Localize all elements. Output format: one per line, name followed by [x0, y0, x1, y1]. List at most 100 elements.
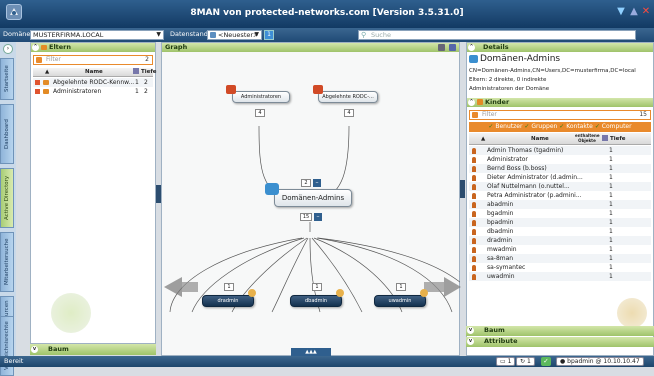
export-icon[interactable]: [449, 44, 456, 51]
sidebar: › Startseite Dashboard Active Directory …: [0, 42, 16, 376]
table-row[interactable]: Olaf Nuttelmann (o.nuttel... 1: [469, 182, 651, 191]
tab-active-directory[interactable]: Active Directory: [0, 168, 14, 228]
search-input[interactable]: ⚲ Suche: [358, 30, 636, 40]
right-splitter-handle[interactable]: [460, 180, 465, 198]
domain-value: MUSTERFIRMA.LOCAL: [33, 31, 104, 39]
chip-computer[interactable]: Computer: [602, 123, 632, 130]
details-tree-footer[interactable]: v Baum: [466, 326, 654, 336]
table-row[interactable]: Bernd Boss (b.boss) 1: [469, 164, 651, 173]
graph-node-dbadmin[interactable]: dbadmin: [290, 295, 342, 307]
close-icon[interactable]: ✕: [640, 6, 652, 18]
collapse-icon[interactable]: ^: [468, 44, 475, 51]
expand-icon[interactable]: [35, 80, 40, 85]
chip-gruppen[interactable]: Gruppen: [531, 123, 557, 130]
graph-node-domaenen-admins[interactable]: Domänen-Admins: [274, 189, 352, 207]
expand-icon[interactable]: v: [467, 338, 474, 345]
collapse-icon[interactable]: ^: [468, 99, 475, 106]
node-badge[interactable]: 4: [255, 109, 265, 117]
filter-count: 15: [639, 111, 647, 118]
chip-benutzer[interactable]: Benutzer: [495, 123, 522, 130]
description: Administratoren der Domäne: [469, 86, 550, 92]
tab-dashboard[interactable]: Dashboard: [0, 104, 14, 164]
window-title: 8MAN von protected-networks.com [Version…: [190, 8, 464, 18]
table-row[interactable]: Petra Administrator (p.admini... 1: [469, 191, 651, 200]
expand-icon[interactable]: v: [31, 346, 38, 353]
col-name[interactable]: Name: [85, 69, 103, 75]
table-row[interactable]: uwadmin 1: [469, 272, 651, 281]
graph-node-abgelehnte-rodc[interactable]: Abgelehnte RODC-...: [318, 91, 378, 103]
table-row[interactable]: Administratoren 1 2: [33, 87, 153, 96]
node-badge[interactable]: 1: [396, 283, 406, 291]
monitor-icon: ▭: [500, 358, 506, 365]
graph-node-dradmin[interactable]: dradmin: [202, 295, 254, 307]
row-depth: 1: [609, 246, 613, 253]
node-badge[interactable]: 15: [300, 213, 312, 221]
table-row[interactable]: Administrator 1: [469, 155, 651, 164]
details-attributes-footer[interactable]: v Attribute: [466, 337, 654, 347]
table-row[interactable]: Abgelehnte RODC-Kennw... 1 2: [33, 78, 153, 87]
collapse-parents-icon[interactable]: –: [313, 179, 321, 187]
col-depth[interactable]: Tiefe: [610, 136, 626, 142]
table-row[interactable]: mwadmin 1: [469, 245, 651, 254]
table-row[interactable]: dradmin 1: [469, 236, 651, 245]
collapse-children-icon[interactable]: –: [314, 213, 322, 221]
graph-node-uwadmin[interactable]: uwadmin: [374, 295, 426, 307]
node-badge[interactable]: 1: [312, 283, 322, 291]
parents-footer[interactable]: v Baum: [30, 344, 156, 355]
chip-kontakte[interactable]: Kontakte: [566, 123, 593, 130]
sort-icon[interactable]: ▲: [481, 136, 485, 142]
sort-icon[interactable]: ▲: [45, 69, 49, 75]
filter-count: 2: [145, 56, 149, 63]
table-row[interactable]: bpadmin 1: [469, 218, 651, 227]
row-depth: 1: [609, 183, 613, 190]
graph-pager[interactable]: ▲▲▲: [291, 348, 331, 356]
status-count-a[interactable]: ▭ 1: [496, 357, 516, 366]
table-row[interactable]: Admin Thomas (tgadmin) 1: [469, 146, 651, 155]
row-depth: 1: [609, 228, 613, 235]
table-row[interactable]: sa-8man 1: [469, 254, 651, 263]
children-filter-input[interactable]: Filter 15: [469, 110, 651, 120]
details-title: Details: [483, 43, 509, 51]
table-row[interactable]: Dieter Administrator (d.admin... 1: [469, 173, 651, 182]
collapse-sidebar-icon[interactable]: ›: [3, 44, 13, 54]
status-count-b[interactable]: ↻ 1: [516, 357, 535, 366]
col-name[interactable]: Name: [531, 136, 549, 142]
left-splitter-handle[interactable]: [156, 185, 161, 203]
node-label: uwadmin: [388, 298, 412, 304]
table-row[interactable]: sa-symantec 1: [469, 263, 651, 272]
row-name: sa-symantec: [487, 264, 526, 271]
tab-mitarbeitersuche[interactable]: Mitarbeitersuche: [0, 232, 14, 292]
user-icon: [472, 265, 476, 271]
node-badge[interactable]: 1: [224, 283, 234, 291]
tab-startseite[interactable]: Startseite: [0, 58, 14, 100]
table-row[interactable]: bgadmin 1: [469, 209, 651, 218]
maximize-icon[interactable]: ▲: [628, 6, 640, 18]
filter-placeholder: Filter: [482, 111, 497, 118]
node-label: Abgelehnte RODC-...: [322, 94, 374, 100]
row-depth: 1: [135, 79, 139, 86]
datastand-badge[interactable]: 1: [264, 30, 274, 40]
datastand-select[interactable]: <Neuester> ▼: [207, 30, 262, 40]
collapse-icon[interactable]: ^: [32, 44, 39, 51]
user-icon: [336, 289, 344, 297]
user-icon: [472, 166, 476, 172]
expand-icon[interactable]: v: [467, 327, 474, 334]
col-depth[interactable]: Tiefe: [141, 69, 157, 75]
user-icon: [472, 211, 476, 217]
tab-verzeichnisrechte[interactable]: Verzeichnisrechte: [0, 316, 14, 376]
status-text: Bereit: [4, 357, 24, 365]
print-icon[interactable]: [438, 44, 445, 51]
minimize-icon[interactable]: ▼: [615, 6, 627, 18]
domain-select[interactable]: MUSTERFIRMA.LOCAL ▼: [30, 30, 164, 40]
node-label: Domänen-Admins: [281, 194, 345, 202]
node-badge[interactable]: 4: [344, 109, 354, 117]
tree-label: Baum: [48, 345, 69, 353]
table-row[interactable]: dbadmin 1: [469, 227, 651, 236]
expand-icon[interactable]: [35, 89, 40, 94]
parents-filter-input[interactable]: Filter 2: [33, 55, 153, 65]
col-contained-objects[interactable]: enthaltene Objekte: [575, 133, 600, 143]
object-type-filters: ✓ Benutzer ✓ Gruppen ✓ Kontakte ✓ Comput…: [469, 122, 651, 132]
node-badge[interactable]: 2: [301, 179, 311, 187]
graph-node-administratoren[interactable]: Administratoren: [232, 91, 290, 103]
table-row[interactable]: abadmin 1: [469, 200, 651, 209]
